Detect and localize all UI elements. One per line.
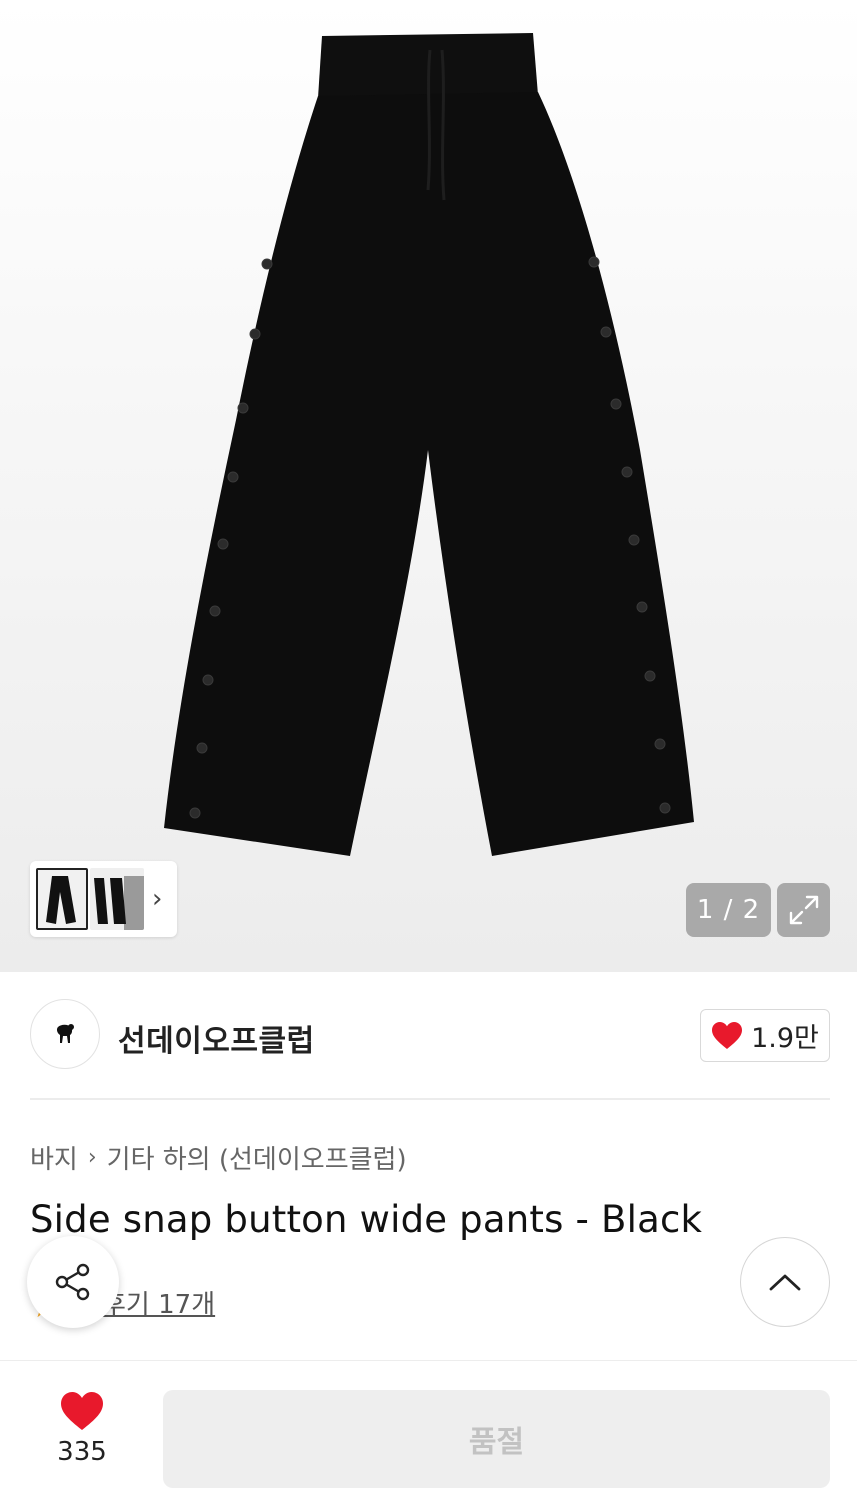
breadcrumb-category[interactable]: 바지 xyxy=(30,1139,78,1176)
breadcrumb: 바지 › 기타 하의 (선데이오프클럽) xyxy=(30,1139,407,1176)
reviews-link[interactable]: 후기 17개 xyxy=(102,1284,215,1321)
chevron-right-icon[interactable]: › xyxy=(152,886,162,912)
heart-icon xyxy=(712,1022,743,1049)
brand-logo[interactable] xyxy=(30,999,100,1069)
scroll-top-button[interactable] xyxy=(740,1237,830,1327)
share-button[interactable] xyxy=(27,1236,119,1328)
thumbnail-back[interactable] xyxy=(90,868,144,930)
thumbnail-front-image xyxy=(46,876,76,924)
brand-row: 선데이오프클럽 1.9만 xyxy=(0,972,857,1098)
chevron-up-icon xyxy=(769,1274,801,1291)
thumbnail-back-image xyxy=(94,876,144,930)
expand-arrows-icon xyxy=(789,895,818,925)
brand-like-button[interactable]: 1.9만 xyxy=(700,1009,830,1062)
share-icon xyxy=(55,1263,90,1301)
divider xyxy=(30,1098,830,1100)
soldout-button[interactable]: 품절 xyxy=(163,1390,830,1488)
image-counter: 1 / 2 xyxy=(686,883,771,937)
wishlist-count: 335 xyxy=(57,1437,107,1467)
wishlist-button[interactable]: 335 xyxy=(30,1391,134,1467)
thumbnail-strip[interactable]: › xyxy=(30,861,177,937)
product-title: Side snap button wide pants - Black xyxy=(30,1198,703,1241)
bottom-action-bar: 335 품절 xyxy=(0,1360,857,1500)
brand-name[interactable]: 선데이오프클럽 xyxy=(118,1016,315,1060)
brand-like-count: 1.9만 xyxy=(751,1023,819,1054)
product-image xyxy=(164,33,694,856)
chevron-right-icon: › xyxy=(87,1145,97,1170)
thumbnail-front[interactable] xyxy=(36,868,88,930)
lamb-icon xyxy=(56,1024,74,1043)
heart-icon xyxy=(61,1392,103,1430)
breadcrumb-subcategory[interactable]: 기타 하의 (선데이오프클럽) xyxy=(107,1139,407,1176)
product-image-gallery[interactable]: › 1 / 2 xyxy=(0,0,857,972)
expand-button[interactable] xyxy=(777,883,830,937)
